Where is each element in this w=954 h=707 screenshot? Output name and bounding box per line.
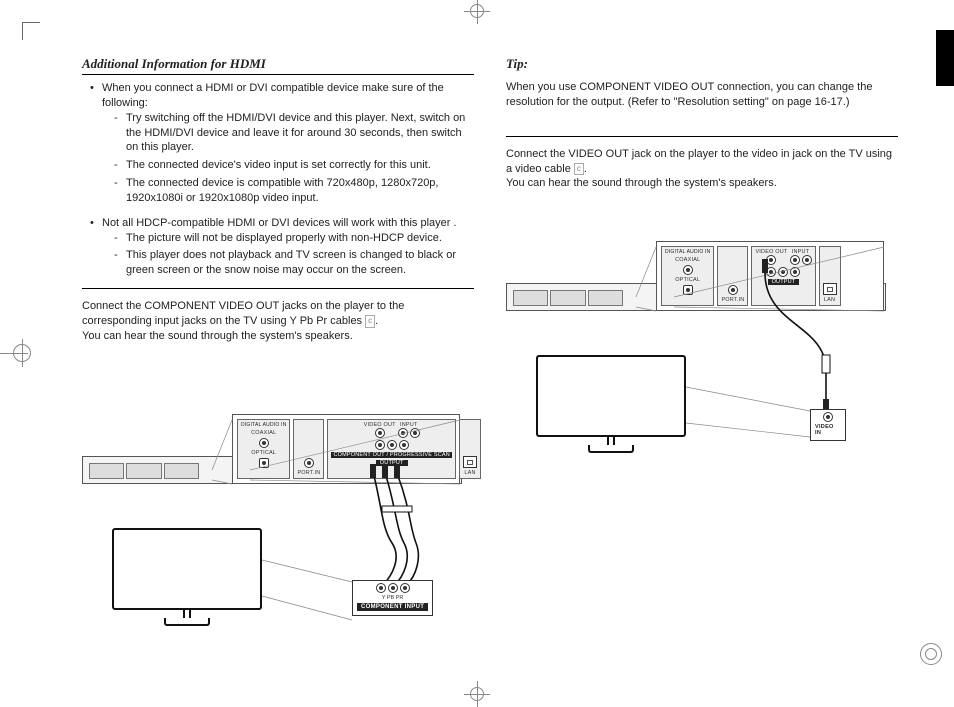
section-rule-right [506,136,898,137]
tv-icon-2 [536,355,686,465]
left-column: Additional Information for HDMI When you… [82,56,474,649]
registration-mark [920,643,942,665]
tv-pr-jack-icon [400,583,410,593]
hdcp-dash-b: This player does not playback and TV scr… [116,248,474,278]
cable-ref-icon: c [365,315,375,328]
hdmi-bullet-1: When you connect a HDMI or DVI compatibl… [92,81,474,206]
hdmi-bullet-1-text: When you connect a HDMI or DVI compatibl… [102,82,444,109]
video-para-1: Connect the VIDEO OUT jack on the player… [506,148,892,175]
hdmi-bullet-list: When you connect a HDMI or DVI compatibl… [82,81,474,206]
thumb-tab [936,30,954,86]
crop-mark-left [0,339,28,367]
tip-text: When you use COMPONENT VIDEO OUT connect… [506,80,898,110]
hdcp-dash-list: The picture will not be displayed proper… [102,231,474,279]
tip-heading: Tip: [506,56,898,74]
hdmi-dash-1c: The connected device is compatible with … [116,176,474,206]
hdcp-bullet-list: Not all HDCP-compatible HDMI or DVI devi… [82,216,474,278]
video-connection-diagram: DIGITAL AUDIO IN COAXIAL OPTICAL PORT.IN… [506,205,898,455]
tv-pb-jack-icon [388,583,398,593]
section-rule [82,288,474,289]
component-connection-diagram: DIGITAL AUDIO IN COAXIAL OPTICAL PORT.IN… [82,358,474,628]
hdcp-bullet: Not all HDCP-compatible HDMI or DVI devi… [92,216,474,278]
component-para-2: You can hear the sound through the syste… [82,330,353,342]
tv-component-input-panel: Y PB PR COMPONENT INPUT [352,580,433,616]
tv-icon [112,528,262,638]
right-column: Tip: When you use COMPONENT VIDEO OUT co… [506,56,898,649]
component-para-1: Connect the COMPONENT VIDEO OUT jacks on… [82,300,404,327]
video-connection-text: Connect the VIDEO OUT jack on the player… [506,147,898,192]
hdcp-dash-a: The picture will not be displayed proper… [116,231,474,246]
component-connection-text: Connect the COMPONENT VIDEO OUT jacks on… [82,299,474,344]
video-para-2: You can hear the sound through the syste… [506,177,777,189]
hdmi-dash-1a: Try switching off the HDMI/DVI device an… [116,111,474,156]
tv-y-jack-icon [376,583,386,593]
hdmi-dash-list-1: Try switching off the HDMI/DVI device an… [102,111,474,206]
cable-ref-icon-2: c [574,163,584,176]
hdmi-dash-1b: The connected device's video input is se… [116,158,474,173]
tv-component-input-label: COMPONENT INPUT [357,603,428,611]
crop-mark-corner [22,22,40,40]
hdcp-bullet-text: Not all HDCP-compatible HDMI or DVI devi… [102,217,457,229]
tv-video-in-jack-icon [823,412,833,422]
crop-mark-top [464,0,490,24]
tv-video-in-label: VIDEO IN [815,424,841,436]
tv-ypbpr-label: Y PB PR [382,595,404,601]
hdmi-info-heading: Additional Information for HDMI [82,56,474,75]
crop-mark-bottom [464,681,490,707]
page-content: Additional Information for HDMI When you… [82,56,898,649]
tv-video-in-panel: VIDEO IN [810,409,846,441]
